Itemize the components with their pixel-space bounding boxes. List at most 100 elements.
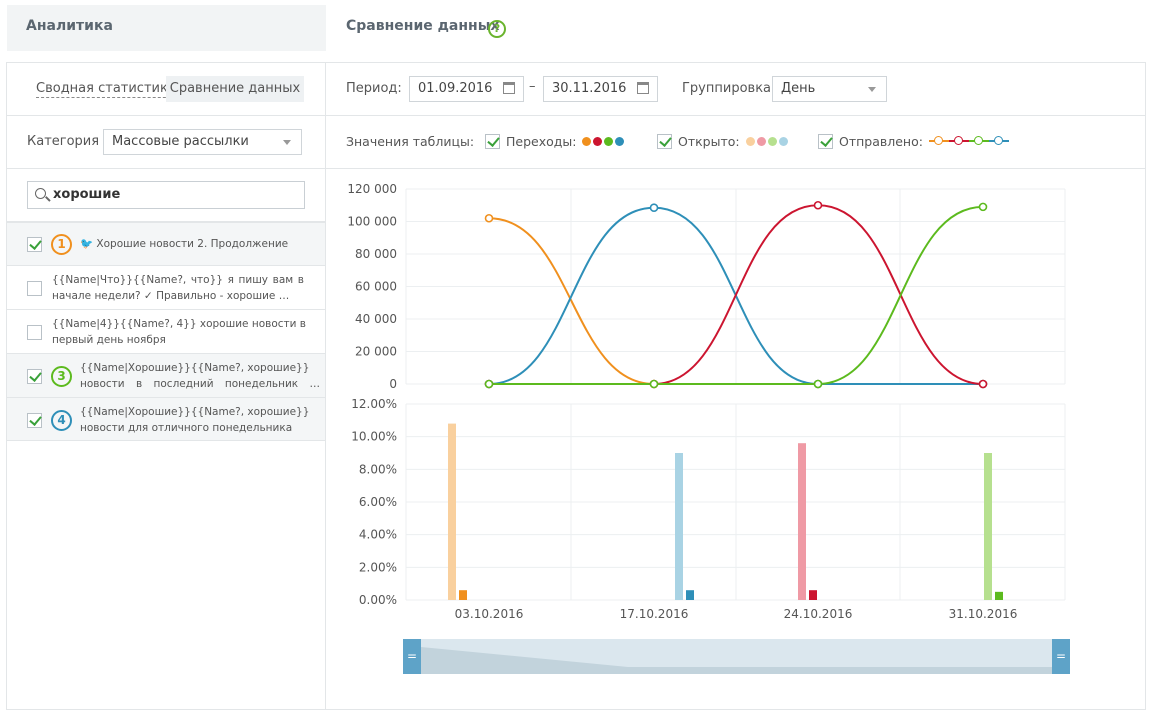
series-dot-icon (604, 137, 614, 146)
sent-color-markers (928, 134, 1009, 149)
series-dot-icon (767, 137, 777, 146)
search-value: хорошие (53, 187, 121, 202)
list-item-line1: {{Name|Хорошие}}{{Name?, хорошие}} (80, 406, 310, 418)
series-marker-icon (968, 136, 989, 146)
bar (809, 590, 817, 600)
list-item-number: 3 (51, 366, 72, 387)
x-tick-label: 24.10.2016 (784, 607, 853, 621)
data-point (978, 202, 988, 212)
data-point (813, 200, 823, 210)
clicks-label: Переходы: (506, 134, 577, 149)
date-from-value: 01.09.2016 (418, 81, 493, 96)
series-dot-icon (615, 137, 625, 146)
series-dot-icon (745, 137, 755, 146)
bar (995, 591, 1003, 600)
opened-color-dots (745, 134, 790, 149)
date-separator: – (529, 79, 536, 94)
list-item-checkbox[interactable] (27, 413, 42, 428)
bar (448, 423, 456, 600)
list-item-line1: {{Name|Хорошие}}{{Name?, хорошие}} (80, 362, 310, 374)
category-select[interactable]: Массовые рассылки (103, 129, 302, 155)
y-tick-label: 12.00% (351, 397, 397, 411)
y-tick-label: 120 000 (347, 182, 397, 196)
bar (984, 453, 992, 600)
x-tick-label: 17.10.2016 (620, 607, 689, 621)
range-preview (421, 647, 1053, 674)
tab-compare[interactable]: Сравнение данных (166, 76, 304, 102)
legend-clicks[interactable]: Переходы: (485, 134, 626, 149)
y-tick-label: 6.00% (359, 495, 397, 509)
y-tick-label: 8.00% (359, 462, 397, 476)
clicks-checkbox[interactable] (485, 134, 500, 149)
help-icon[interactable]: ? (488, 20, 506, 38)
category-label: Категория (27, 134, 100, 149)
list-item[interactable]: {{Name|Что}}{{Name?, что}} я пишу вам в … (7, 265, 325, 309)
tab-summary[interactable]: Сводная статистика (36, 81, 176, 98)
legend-opened[interactable]: Открыто: (657, 134, 790, 149)
category-value: Массовые рассылки (112, 134, 249, 149)
search-icon (35, 188, 46, 199)
legend-label: Значения таблицы: (346, 134, 475, 149)
range-right-handle[interactable]: = (1052, 639, 1070, 674)
data-point (978, 379, 988, 389)
list-item-checkbox[interactable] (27, 325, 42, 340)
list-item-line2: новости для отличного понедельника (80, 422, 293, 434)
list-item-checkbox[interactable] (27, 281, 42, 296)
y-tick-label: 20 000 (355, 345, 397, 359)
y-tick-label: 60 000 (355, 280, 397, 294)
date-from-input[interactable]: 01.09.2016 (409, 76, 524, 102)
list-item[interactable]: 4 {{Name|Хорошие}}{{Name?, хорошие}} нов… (7, 397, 325, 441)
sent-checkbox[interactable] (818, 134, 833, 149)
series-dot-icon (582, 137, 592, 146)
data-point (484, 379, 494, 389)
grouping-select[interactable]: День (772, 76, 887, 102)
list-item-line2: начале недели? ✓ Правильно - хорошие … (52, 290, 290, 302)
series-dot-icon (593, 137, 603, 146)
series-marker-icon (988, 136, 1009, 146)
range-left-handle[interactable]: = (403, 639, 421, 674)
legend-sent[interactable]: Отправлено: (818, 134, 1009, 149)
list-item[interactable]: 1 🐦 Хорошие новости 2. Продолжение (7, 222, 325, 265)
calendar-icon[interactable] (637, 82, 649, 94)
y-tick-label: 0 (389, 377, 397, 391)
list-item-checkbox[interactable] (27, 237, 42, 252)
y-tick-label: 40 000 (355, 312, 397, 326)
bar (675, 453, 683, 600)
list-item-line1: {{Name|Что}}{{Name?, что}} я пишу вам в (52, 274, 304, 286)
y-tick-label: 80 000 (355, 247, 397, 261)
list-item-line2: новости в последний понедельник … (80, 378, 320, 390)
range-scrollbar[interactable]: = = (403, 639, 1070, 674)
list-item[interactable]: 3 {{Name|Хорошие}}{{Name?, хорошие}} нов… (7, 353, 325, 397)
y-tick-label: 2.00% (359, 560, 397, 574)
bar (798, 443, 806, 600)
left-header: Аналитика (7, 5, 326, 51)
list-item-checkbox[interactable] (27, 369, 42, 384)
y-tick-label: 10.00% (351, 430, 397, 444)
chevron-down-icon (868, 87, 876, 92)
list-item-number: 4 (51, 410, 72, 431)
list-item-number: 1 (51, 234, 72, 255)
search-input[interactable]: хорошие (27, 181, 305, 209)
clicks-color-dots (582, 134, 626, 149)
analytics-title: Аналитика (26, 18, 113, 34)
divider (6, 115, 1146, 116)
series-dot-icon (778, 137, 788, 146)
list-item[interactable]: {{Name|4}}{{Name?, 4}} хорошие новости в… (7, 309, 325, 353)
list-item-text: 🐦 Хорошие новости 2. Продолжение (80, 238, 289, 250)
series-marker-icon (948, 136, 969, 146)
opened-checkbox[interactable] (657, 134, 672, 149)
calendar-icon[interactable] (503, 82, 515, 94)
data-point (813, 379, 823, 389)
data-point (649, 379, 659, 389)
date-to-input[interactable]: 30.11.2016 (543, 76, 658, 102)
page-title: Сравнение данных (346, 18, 500, 34)
series-marker-icon (928, 136, 949, 146)
period-label: Период: (346, 81, 402, 96)
chevron-down-icon (283, 140, 291, 145)
charts-area: 0 20 000 40 000 60 000 80 000 100 000 120 000 0… (347, 182, 1066, 621)
y-tick-label: 0.00% (359, 593, 397, 607)
bar (459, 590, 467, 600)
y-tick-label: 4.00% (359, 528, 397, 542)
list-item-line2: первый день ноября (52, 334, 166, 346)
x-tick-label: 31.10.2016 (949, 607, 1018, 621)
